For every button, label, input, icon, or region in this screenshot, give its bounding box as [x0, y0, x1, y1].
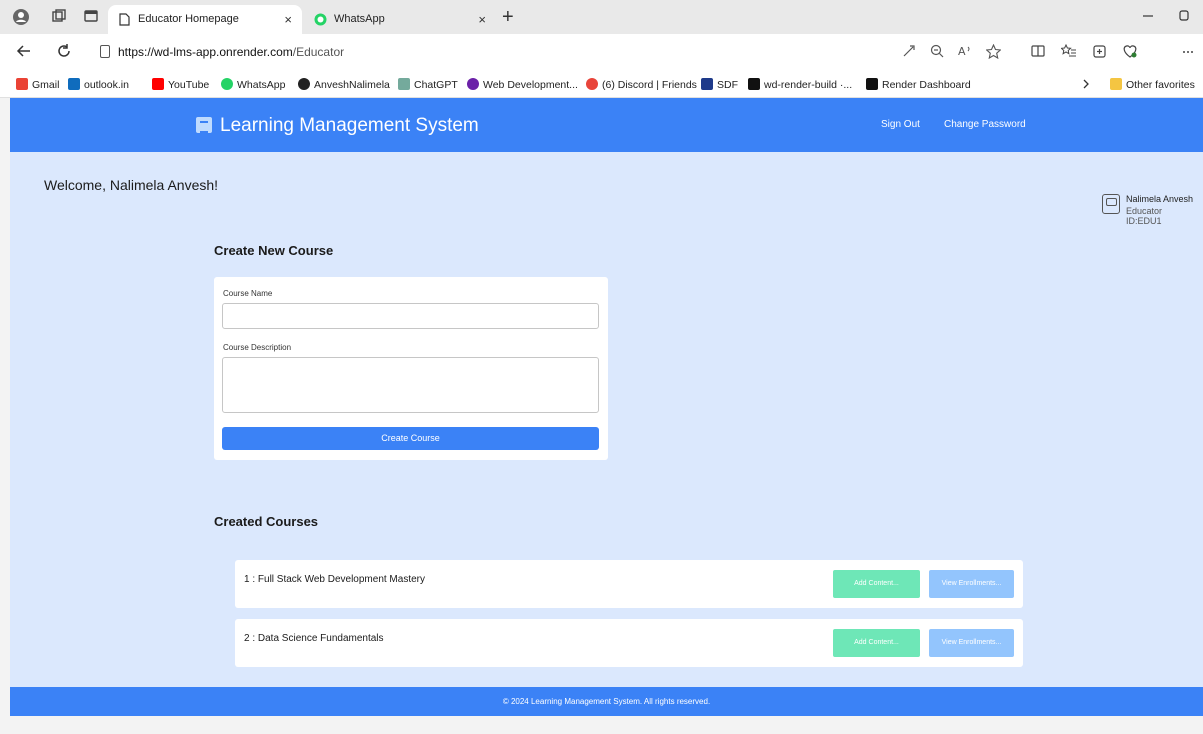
- educator-id: Educator ID:EDU1: [1126, 206, 1163, 226]
- whatsapp-icon: [314, 13, 327, 26]
- view-enrollments-button[interactable]: View Enrollments...: [929, 629, 1014, 657]
- welcome-message: Welcome, Nalimela Anvesh!: [44, 177, 219, 193]
- bookmark-render-dashboard[interactable]: Render Dashboard: [866, 78, 971, 91]
- gmail-icon: [16, 78, 28, 90]
- youtube-icon: [152, 78, 164, 90]
- tab-whatsapp[interactable]: WhatsApp ×: [304, 5, 496, 34]
- create-course-form: Course Name Course Description Create Co…: [214, 277, 608, 460]
- page-icon: [119, 13, 130, 26]
- bookmark-gmail[interactable]: Gmail: [16, 78, 59, 91]
- render-icon: [866, 78, 878, 90]
- address-bar-row: https://wd-lms-app.onrender.com/Educator…: [0, 34, 1203, 72]
- sdf-icon: [701, 78, 713, 90]
- view-enrollments-button[interactable]: View Enrollments...: [929, 570, 1014, 598]
- tab-close-icon[interactable]: ×: [478, 5, 486, 34]
- course-name-input[interactable]: [222, 303, 599, 329]
- bookmark-whatsapp[interactable]: WhatsApp: [221, 78, 285, 91]
- course-name-label: Course Name: [223, 289, 273, 298]
- bookmark-chatgpt[interactable]: ChatGPT: [398, 78, 458, 91]
- tab-title: WhatsApp: [334, 13, 385, 25]
- workspaces-icon[interactable]: [50, 8, 68, 26]
- favorites-bar: Gmail outlook.in YouTube WhatsApp Anvesh…: [0, 72, 1203, 98]
- course-title: 1 : Full Stack Web Development Mastery: [244, 574, 425, 585]
- folder-icon: [1110, 78, 1122, 90]
- course-description-input[interactable]: [222, 357, 599, 413]
- bookmark-outlook[interactable]: outlook.in: [68, 78, 129, 91]
- tab-close-icon[interactable]: ×: [284, 5, 292, 34]
- lms-logo-icon: [196, 117, 212, 133]
- browser-essentials-icon[interactable]: [1122, 44, 1138, 63]
- minimize-icon[interactable]: [1142, 8, 1154, 24]
- brand-title: Learning Management System: [220, 115, 479, 136]
- educator-id-icon: [1102, 194, 1120, 214]
- outlook-icon: [68, 78, 80, 90]
- url-domain: https://wd-lms-app.onrender.com: [118, 45, 293, 59]
- discord-icon: [586, 78, 598, 90]
- profile-icon[interactable]: [12, 8, 30, 26]
- add-content-button[interactable]: Add Content...: [833, 570, 920, 598]
- tracking-icon[interactable]: [902, 44, 916, 62]
- bookmark-sdf[interactable]: SDF: [701, 78, 738, 91]
- split-screen-icon[interactable]: [1031, 44, 1045, 62]
- other-favorites[interactable]: Other favorites: [1110, 78, 1195, 91]
- favorite-star-icon[interactable]: [985, 43, 1002, 63]
- bookmark-youtube[interactable]: YouTube: [152, 78, 209, 91]
- back-icon[interactable]: [16, 43, 32, 64]
- bookmark-github[interactable]: AnveshNalimela: [298, 78, 390, 91]
- zoom-icon[interactable]: [930, 44, 944, 62]
- change-password-link[interactable]: Change Password: [944, 119, 1026, 130]
- chatgpt-icon: [398, 78, 410, 90]
- url-path: /Educator: [292, 45, 345, 59]
- course-card: 1 : Full Stack Web Development Mastery A…: [235, 560, 1023, 608]
- url-field[interactable]: https://wd-lms-app.onrender.com/Educator: [88, 39, 1008, 67]
- browser-tab-strip: Educator Homepage × WhatsApp × +: [0, 0, 1203, 34]
- sign-out-link[interactable]: Sign Out: [881, 119, 920, 130]
- tab-title: Educator Homepage: [138, 13, 239, 25]
- app-header: Learning Management System Sign Out Chan…: [10, 98, 1203, 152]
- course-description-label: Course Description: [223, 343, 292, 352]
- collections-icon[interactable]: [1092, 44, 1107, 63]
- restore-icon[interactable]: [1178, 8, 1190, 24]
- whatsapp-icon: [221, 78, 233, 90]
- page-bottom-area: [10, 716, 1203, 734]
- brand: Learning Management System: [196, 115, 479, 137]
- read-aloud-icon[interactable]: A: [958, 44, 974, 62]
- more-bookmarks-chevron-icon[interactable]: [1081, 78, 1091, 93]
- bookmark-discord[interactable]: (6) Discord | Friends: [586, 78, 697, 91]
- course-card: 2 : Data Science Fundamentals Add Conten…: [235, 619, 1023, 667]
- course-title: 2 : Data Science Fundamentals: [244, 633, 384, 644]
- svg-text:A: A: [958, 45, 966, 58]
- refresh-icon[interactable]: [56, 43, 72, 64]
- lock-icon: [100, 45, 110, 58]
- bookmark-web-development[interactable]: Web Development...: [467, 78, 578, 91]
- created-courses-title: Created Courses: [214, 514, 319, 529]
- profile-name: Nalimela Anvesh: [1126, 194, 1194, 204]
- web-dev-icon: [467, 78, 479, 90]
- favorites-icon[interactable]: [1060, 43, 1077, 62]
- render-icon: [748, 78, 760, 90]
- github-icon: [298, 78, 310, 90]
- tab-actions-icon[interactable]: [82, 8, 100, 26]
- create-course-button[interactable]: Create Course: [222, 427, 599, 450]
- footer: © 2024 Learning Management System. All r…: [10, 687, 1203, 716]
- page-content: Learning Management System Sign Out Chan…: [10, 98, 1203, 734]
- create-course-title: Create New Course: [214, 243, 334, 258]
- more-menu-icon[interactable]: [1182, 44, 1194, 62]
- bookmark-wd-render-build[interactable]: wd-render-build ·...: [748, 78, 852, 91]
- tab-educator-homepage[interactable]: Educator Homepage ×: [108, 5, 302, 34]
- profile-badge: Nalimela Anvesh Educator ID:EDU1: [1102, 194, 1198, 226]
- new-tab-button[interactable]: +: [502, 4, 514, 30]
- add-content-button[interactable]: Add Content...: [833, 629, 920, 657]
